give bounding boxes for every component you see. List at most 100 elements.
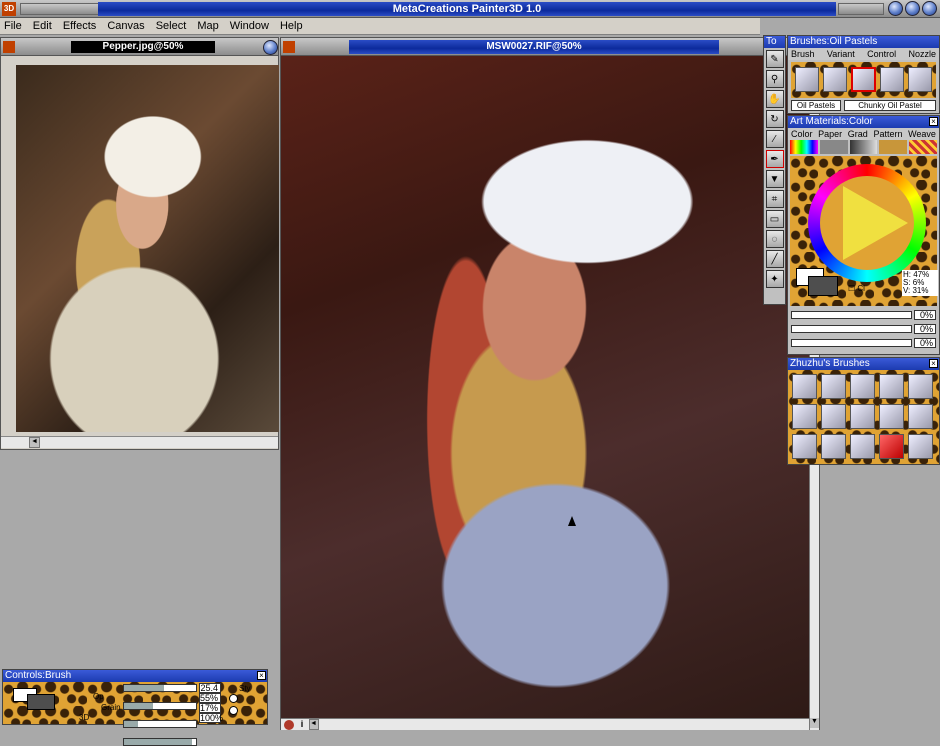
saturation-value-triangle[interactable] [843, 186, 908, 260]
swatch-grad[interactable] [849, 140, 878, 154]
pen-icon[interactable]: ✒ [765, 150, 784, 168]
maximize-button[interactable] [905, 1, 920, 16]
zhuzhu-brush-13[interactable] [850, 434, 875, 459]
zhuzhu-brush-2[interactable] [821, 374, 846, 399]
doc-pepper-close-button[interactable] [263, 40, 278, 55]
swatch-paper[interactable] [819, 140, 848, 154]
tab-control[interactable]: Control [867, 48, 896, 60]
tab-weave[interactable]: Weave [908, 128, 936, 140]
crop-icon[interactable]: ⌗ [765, 190, 784, 208]
close-icon[interactable]: × [929, 117, 938, 126]
zhuzhu-brush-1[interactable] [792, 374, 817, 399]
dropper-icon[interactable]: ⁄ [765, 130, 784, 148]
doc-pepper-title: Pepper.jpg@50% [71, 41, 215, 53]
brush-icon-charcoal[interactable] [879, 67, 904, 92]
drawing-mode-icon[interactable] [284, 720, 294, 730]
zhuzhu-brush-3[interactable] [850, 374, 875, 399]
zhuzhu-brush-9[interactable] [879, 404, 904, 429]
zhuzhu-brush-5[interactable] [908, 374, 933, 399]
tab-grad[interactable]: Grad [848, 128, 868, 140]
slider-2[interactable] [791, 325, 912, 333]
menu-bar: File Edit Effects Canvas Select Map Wind… [0, 18, 760, 35]
zhuzhu-brush-7[interactable] [821, 404, 846, 429]
menu-help[interactable]: Help [276, 18, 307, 34]
control-slider-opacity[interactable] [123, 702, 197, 710]
tab-nozzle[interactable]: Nozzle [908, 48, 936, 60]
scroll-down-arrow[interactable]: ▼ [810, 718, 819, 728]
close-icon[interactable]: × [929, 359, 938, 368]
zhuzhu-brush-15[interactable] [908, 434, 933, 459]
bucket-icon[interactable]: ▼ [765, 170, 784, 188]
tab-variant[interactable]: Variant [827, 48, 855, 60]
hue-ring[interactable] [808, 164, 926, 282]
zhuzhu-brush-12[interactable] [821, 434, 846, 459]
swatch-weave[interactable] [909, 140, 937, 154]
menu-effects[interactable]: Effects [59, 18, 100, 34]
menu-window[interactable]: Window [226, 18, 273, 34]
doc-icon [283, 41, 295, 53]
brush-icon-chalk[interactable] [907, 67, 932, 92]
slider-3[interactable] [791, 339, 912, 347]
control-slider-grain[interactable] [123, 720, 197, 728]
doc-icon [3, 41, 15, 53]
value-value: V: 31% [903, 286, 929, 295]
line-icon[interactable]: ╱ [765, 250, 784, 268]
brushes-panel: Brushes:Oil Pastels Brush Variant Contro… [787, 35, 940, 114]
rectangle-select-icon[interactable]: ▭ [765, 210, 784, 228]
tab-color[interactable]: Color [791, 128, 813, 140]
tab-paper[interactable]: Paper [818, 128, 842, 140]
close-button[interactable] [922, 1, 937, 16]
pepper-hscrollbar[interactable]: ◄ [1, 436, 278, 448]
toolbox-title: To [764, 36, 785, 48]
info-icon[interactable]: i [297, 719, 307, 730]
hand-icon[interactable]: ✋ [765, 90, 784, 108]
controls-title: Controls:Brush × [3, 670, 267, 682]
brush-icon-oil-pastel[interactable] [851, 67, 876, 92]
brush-icon-airbrush[interactable] [823, 67, 848, 92]
controls-secondary-swatch[interactable] [27, 694, 55, 710]
brush-icon[interactable]: ✎ [765, 50, 784, 68]
main-canvas[interactable] [281, 56, 809, 718]
swatch-pattern[interactable] [879, 140, 908, 154]
menu-canvas[interactable]: Canvas [103, 18, 148, 34]
brush-category-field[interactable]: Oil Pastels [791, 100, 841, 111]
magnifier-icon[interactable]: ⚲ [765, 70, 784, 88]
zhuzhu-brush-10[interactable] [908, 404, 933, 429]
style-radio-2[interactable] [229, 706, 238, 715]
main-hscroll-left[interactable]: ◄ [309, 719, 319, 730]
brush-icon-pencil[interactable] [795, 67, 820, 92]
control-slider-depth[interactable] [123, 738, 197, 746]
swatch-color[interactable] [790, 140, 818, 154]
slider-1[interactable] [791, 311, 912, 319]
lasso-icon[interactable]: ◌ [765, 230, 784, 248]
slider-2-value: 0% [914, 324, 936, 334]
zhuzhu-brush-11[interactable] [792, 434, 817, 459]
zhuzhu-brush-14[interactable] [879, 434, 904, 459]
titlebar-right-strip [838, 3, 884, 15]
menu-map[interactable]: Map [193, 18, 222, 34]
close-icon[interactable]: × [257, 671, 266, 680]
scroll-left-arrow[interactable]: ◄ [29, 437, 40, 448]
style-radio-1[interactable] [229, 694, 238, 703]
brush-variant-field[interactable]: Chunky Oil Pastel [844, 100, 936, 111]
menu-select[interactable]: Select [152, 18, 191, 34]
minimize-button[interactable] [888, 1, 903, 16]
zhuzhu-brush-4[interactable] [879, 374, 904, 399]
toolbox-panel: To ✎ ⚲ ✋ ↻ ⁄ ✒ ▼ ⌗ ▭ ◌ ╱ ✦ [763, 35, 786, 305]
doc-window-main: MSW0027.RIF@50% i ◄ ▼ [280, 37, 820, 730]
menu-file[interactable]: File [0, 18, 26, 34]
doc-pepper-titlebar[interactable]: Pepper.jpg@50% [1, 38, 278, 56]
zhuzhu-brush-8[interactable] [850, 404, 875, 429]
menu-edit[interactable]: Edit [29, 18, 56, 34]
control-slider-size[interactable] [123, 684, 197, 692]
tab-pattern[interactable]: Pattern [873, 128, 902, 140]
rotate-icon[interactable]: ↻ [765, 110, 784, 128]
clone-checkbox[interactable]: ☐ Cl [848, 284, 865, 293]
zhuzhu-brush-6[interactable] [792, 404, 817, 429]
tab-brush[interactable]: Brush [791, 48, 815, 60]
right-vscrollbar[interactable] [820, 466, 940, 730]
magic-wand-icon[interactable]: ✦ [765, 270, 784, 288]
doc-main-titlebar[interactable]: MSW0027.RIF@50% [281, 38, 819, 56]
secondary-color-swatch[interactable] [808, 276, 838, 296]
main-statusbar: i ◄ [281, 718, 809, 730]
